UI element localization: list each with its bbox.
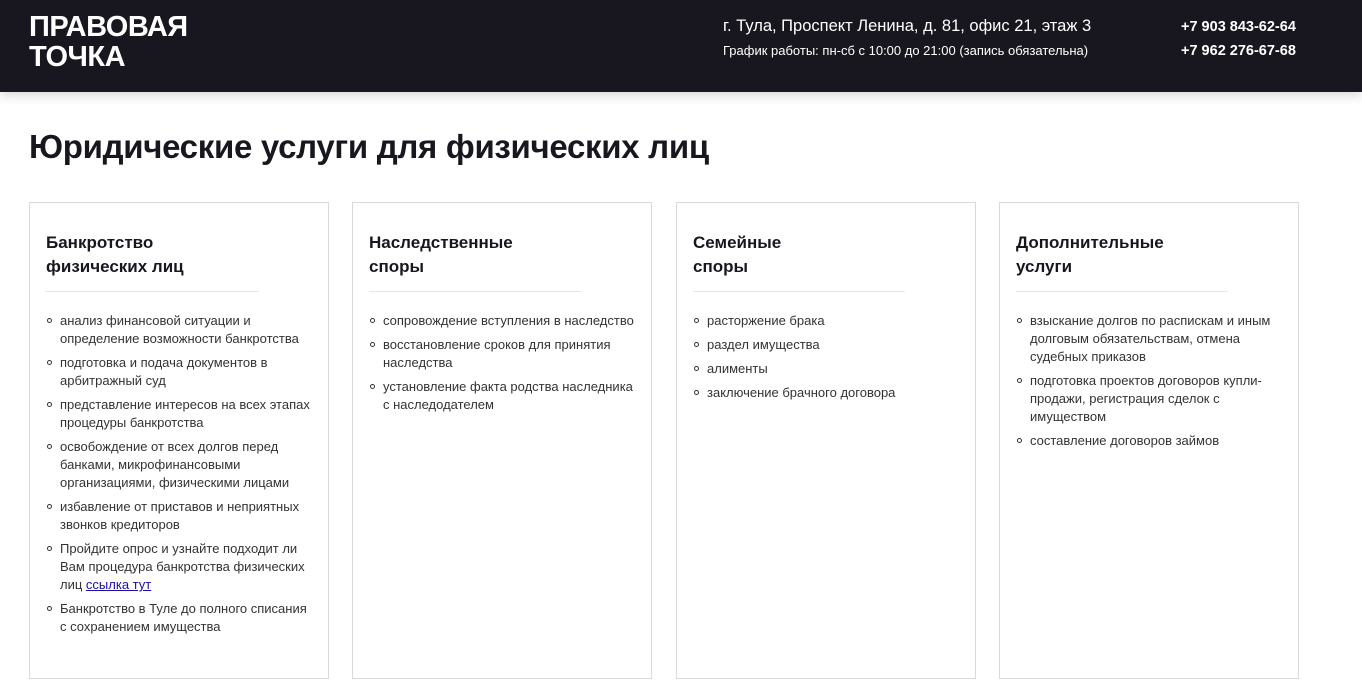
logo[interactable]: ПРАВОВАЯ ТОЧКА xyxy=(29,12,188,72)
list-item: избавление от приставов и неприятных зво… xyxy=(46,498,312,534)
phone-link-1[interactable]: +7 903 843-62-64 xyxy=(1181,18,1296,36)
list-item-text: взыскание долгов по распискам и иным дол… xyxy=(1030,313,1271,364)
survey-link[interactable]: ссылка тут xyxy=(86,577,151,592)
page-title: Юридические услуги для физических лиц xyxy=(29,128,709,165)
bullet-icon xyxy=(1017,378,1022,383)
list-item-text: установление факта родства наследника с … xyxy=(383,379,633,412)
list-item: подготовка проектов договоров купли-прод… xyxy=(1016,372,1282,426)
list-item-text: представление интересов на всех этапах п… xyxy=(60,397,310,430)
list-item-text: заключение брачного договора xyxy=(707,385,896,400)
card-title: Дополнительные услуги xyxy=(1016,231,1256,279)
schedule-text: График работы: пн-сб с 10:00 до 21:00 (з… xyxy=(723,43,1089,58)
list-item: Пройдите опрос и узнайте подходит ли Вам… xyxy=(46,540,312,594)
bullet-icon xyxy=(694,318,699,323)
list-item-text: раздел имущества xyxy=(707,337,820,352)
card-title-line-1: Банкротство xyxy=(46,233,154,252)
address-text: г. Тула, Проспект Ленина, д. 81, офис 21… xyxy=(723,17,1092,35)
list-item-text: алименты xyxy=(707,361,768,376)
bullet-icon xyxy=(1017,318,1022,323)
list-item: расторжение брака xyxy=(693,312,959,330)
bullet-icon xyxy=(47,360,52,365)
service-list: расторжение брака раздел имущества алиме… xyxy=(693,312,959,408)
list-item: восстановление сроков для принятия насле… xyxy=(369,336,635,372)
list-item-text: Банкротство в Туле до полного списания с… xyxy=(60,601,307,634)
list-item-text: подготовка проектов договоров купли-прод… xyxy=(1030,373,1262,424)
service-card-additional: Дополнительные услуги взыскание долгов п… xyxy=(999,202,1299,679)
bullet-icon xyxy=(694,390,699,395)
bullet-icon xyxy=(47,402,52,407)
card-title: Банкротство физических лиц xyxy=(46,231,286,279)
phone-link-2[interactable]: +7 962 276-67-68 xyxy=(1181,42,1296,60)
bullet-icon xyxy=(47,504,52,509)
site-header: ПРАВОВАЯ ТОЧКА г. Тула, Проспект Ленина,… xyxy=(0,0,1362,92)
card-title-line-1: Семейные xyxy=(693,233,782,252)
service-list: взыскание долгов по распискам и иным дол… xyxy=(1016,312,1282,456)
card-divider xyxy=(1016,291,1228,292)
card-title-line-1: Наследственные xyxy=(369,233,513,252)
list-item: алименты xyxy=(693,360,959,378)
logo-line-2: ТОЧКА xyxy=(29,41,126,73)
bullet-icon xyxy=(47,606,52,611)
list-item-text: составление договоров займов xyxy=(1030,433,1220,448)
card-divider xyxy=(46,291,258,292)
card-title: Наследственные споры xyxy=(369,231,609,279)
card-divider xyxy=(693,291,905,292)
list-item-text: избавление от приставов и неприятных зво… xyxy=(60,499,300,532)
logo-line-1: ПРАВОВАЯ xyxy=(29,11,188,43)
list-item: представление интересов на всех этапах п… xyxy=(46,396,312,432)
list-item-text: сопровождение вступления в наследство xyxy=(383,313,634,328)
bullet-icon xyxy=(47,444,52,449)
card-title-line-2: споры xyxy=(369,257,425,276)
bullet-icon xyxy=(370,318,375,323)
list-item-text: освобождение от всех долгов перед банкам… xyxy=(60,439,290,490)
list-item: подготовка и подача документов в арбитра… xyxy=(46,354,312,390)
list-item: сопровождение вступления в наследство xyxy=(369,312,635,330)
card-title-line-2: споры xyxy=(693,257,749,276)
bullet-icon xyxy=(370,384,375,389)
list-item: взыскание долгов по распискам и иным дол… xyxy=(1016,312,1282,366)
list-item-text: подготовка и подача документов в арбитра… xyxy=(60,355,268,388)
card-title-line-2: физических лиц xyxy=(46,257,184,276)
list-item-text: расторжение брака xyxy=(707,313,825,328)
list-item-text: восстановление сроков для принятия насле… xyxy=(383,337,611,370)
list-item: заключение брачного договора xyxy=(693,384,959,402)
bullet-icon xyxy=(1017,438,1022,443)
card-title-line-2: услуги xyxy=(1016,257,1073,276)
bullet-icon xyxy=(370,342,375,347)
service-list: анализ финансовой ситуации и определение… xyxy=(46,312,312,642)
service-list: сопровождение вступления в наследство во… xyxy=(369,312,635,420)
bullet-icon xyxy=(47,546,52,551)
list-item: установление факта родства наследника с … xyxy=(369,378,635,414)
card-divider xyxy=(369,291,581,292)
service-card-bankruptcy: Банкротство физических лиц анализ финанс… xyxy=(29,202,329,679)
card-title-line-1: Дополнительные xyxy=(1016,233,1164,252)
service-card-family: Семейные споры расторжение брака раздел … xyxy=(676,202,976,679)
bullet-icon xyxy=(694,366,699,371)
list-item: Банкротство в Туле до полного списания с… xyxy=(46,600,312,636)
bullet-icon xyxy=(694,342,699,347)
service-card-inheritance: Наследственные споры сопровождение вступ… xyxy=(352,202,652,679)
list-item-text: анализ финансовой ситуации и определение… xyxy=(60,313,299,346)
list-item: освобождение от всех долгов перед банкам… xyxy=(46,438,312,492)
list-item: раздел имущества xyxy=(693,336,959,354)
bullet-icon xyxy=(47,318,52,323)
card-title: Семейные споры xyxy=(693,231,933,279)
list-item: составление договоров займов xyxy=(1016,432,1282,450)
list-item: анализ финансовой ситуации и определение… xyxy=(46,312,312,348)
